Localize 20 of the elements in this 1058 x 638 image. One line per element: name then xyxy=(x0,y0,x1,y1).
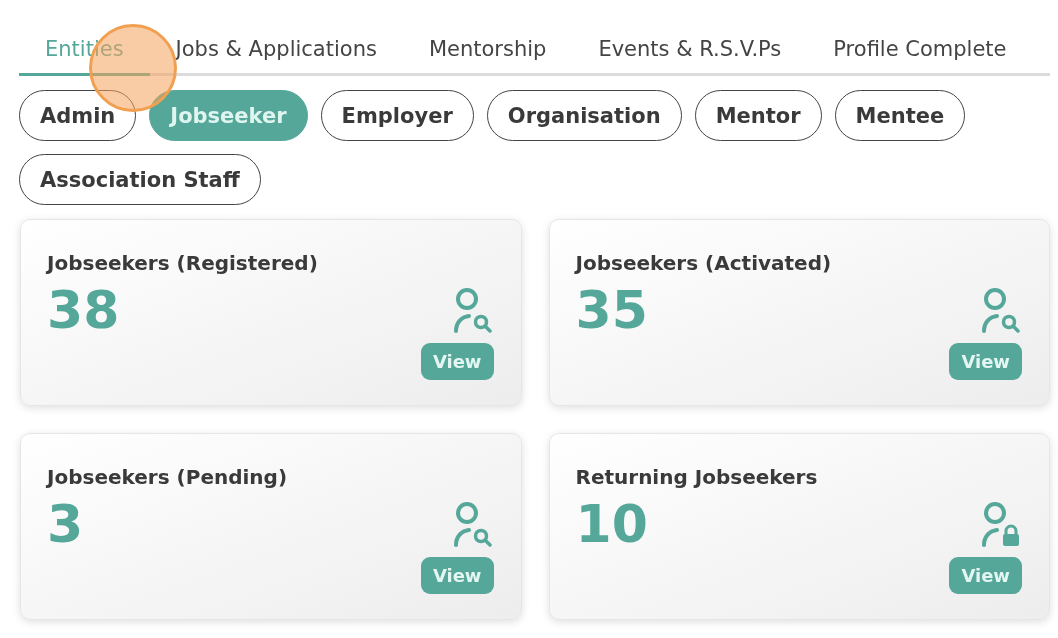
stat-count: 35 xyxy=(575,280,648,340)
filter-chip[interactable]: Mentee xyxy=(834,90,966,141)
filter-chip[interactable]: Association Staff xyxy=(19,154,261,205)
filter-chip[interactable]: Organisation xyxy=(486,90,682,141)
stat-count: 10 xyxy=(575,494,648,554)
card-title: Returning Jobseekers xyxy=(575,464,819,490)
tab[interactable]: Jobs & Applications xyxy=(149,36,403,76)
stat-count: 38 xyxy=(47,280,120,340)
person-lock-icon xyxy=(979,501,1021,547)
filter-chip[interactable]: Mentor xyxy=(694,90,822,141)
card-title: Jobseekers (Activated) xyxy=(575,250,833,276)
tab[interactable]: Mentorship xyxy=(402,36,573,76)
filter-chip[interactable]: Admin xyxy=(19,90,137,141)
person-search-icon xyxy=(979,287,1021,333)
card-title: Jobseekers (Pending) xyxy=(47,464,289,490)
card-title: Jobseekers (Registered) xyxy=(47,250,319,276)
filter-chip[interactable]: Employer xyxy=(320,90,474,141)
tab[interactable]: Profile Complete xyxy=(807,36,1033,76)
stat-count: 3 xyxy=(47,494,84,554)
tab[interactable]: Events & R.S.V.Ps xyxy=(572,36,808,76)
